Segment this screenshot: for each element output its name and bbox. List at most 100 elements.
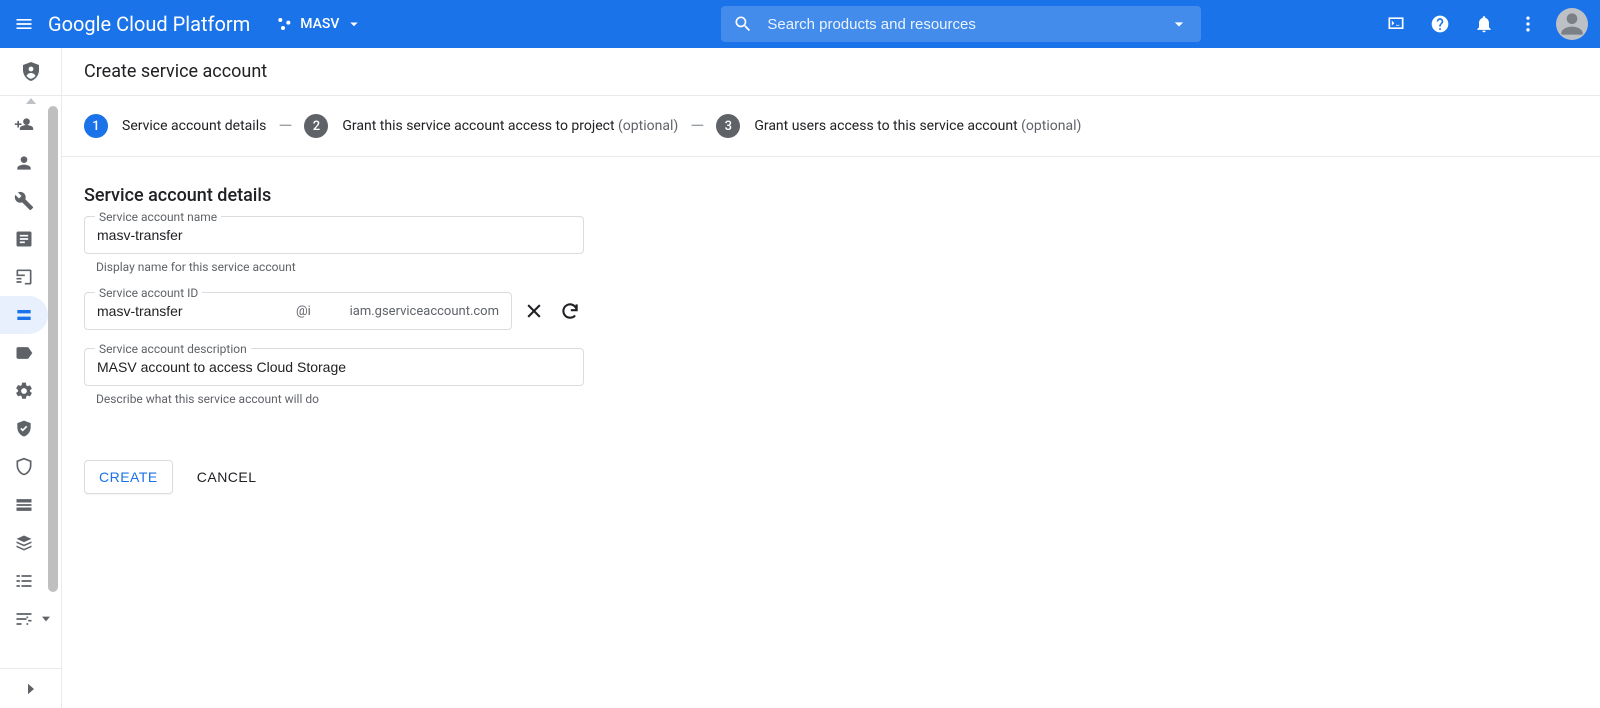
project-picker[interactable]: MASV <box>268 11 371 37</box>
shield-check-icon <box>14 419 34 439</box>
desc-input[interactable] <box>97 359 571 375</box>
id-domain: iam.gserviceaccount.com <box>350 304 499 319</box>
left-nav <box>0 48 62 708</box>
project-icon <box>276 15 294 33</box>
field-id: Service account ID @i iam.gserviceaccoun… <box>84 292 680 330</box>
roles-icon <box>14 495 34 515</box>
avatar-icon <box>1556 8 1588 40</box>
name-hint: Display name for this service account <box>84 260 680 274</box>
avatar <box>1556 8 1588 40</box>
create-button[interactable]: CREATE <box>84 460 173 494</box>
article-icon <box>14 229 34 249</box>
id-input[interactable] <box>97 303 278 319</box>
nav-item-identity[interactable] <box>0 144 48 182</box>
brand-label: Google Cloud Platform <box>48 12 250 36</box>
shield-icon <box>14 457 34 477</box>
audit-icon <box>14 533 34 553</box>
nav-item-iap[interactable] <box>0 448 48 486</box>
button-row: CREATE CANCEL <box>84 460 680 494</box>
cancel-button[interactable]: CANCEL <box>197 469 257 485</box>
nav-expand-button[interactable] <box>0 668 61 708</box>
step-2-number: 2 <box>304 114 328 138</box>
project-name: MASV <box>300 16 339 32</box>
help-icon <box>1430 14 1450 34</box>
nav-item-essential-contacts[interactable] <box>0 562 48 600</box>
close-icon <box>524 301 544 321</box>
field-name: Service account name Display name for th… <box>84 216 680 274</box>
step-1[interactable]: 1 Service account details <box>84 114 266 138</box>
nav-item-groups[interactable] <box>0 600 48 638</box>
field-description: Service account description Describe wha… <box>84 348 680 406</box>
bell-icon <box>1474 14 1494 34</box>
name-label: Service account name <box>95 210 221 224</box>
more-button[interactable] <box>1508 4 1548 44</box>
person-icon <box>14 153 34 173</box>
nav-section-head[interactable] <box>0 48 61 96</box>
service-account-icon <box>14 305 34 325</box>
page-title: Create service account <box>84 61 267 82</box>
topbar: Google Cloud Platform MASV <box>0 0 1600 48</box>
notifications-button[interactable] <box>1464 4 1504 44</box>
nav-scrollbar[interactable] <box>48 106 58 592</box>
refresh-id-button[interactable] <box>556 297 584 325</box>
topbar-right-icons <box>1376 4 1600 44</box>
iam-admin-icon <box>19 60 43 84</box>
main-content: Create service account 1 Service account… <box>62 48 1600 708</box>
account-button[interactable] <box>1552 4 1592 44</box>
nav-item-organization-policies[interactable] <box>0 258 48 296</box>
tune-icon <box>14 609 34 629</box>
caret-up-icon <box>26 98 36 104</box>
list-icon <box>14 571 34 591</box>
page-head: Create service account <box>62 48 1600 96</box>
nav-item-privacy-security[interactable] <box>0 410 48 448</box>
desc-label: Service account description <box>95 342 251 356</box>
id-at: @i <box>296 304 311 319</box>
hamburger-icon <box>14 14 34 34</box>
step-separator: — <box>690 116 704 137</box>
help-button[interactable] <box>1420 4 1460 44</box>
policy-icon <box>14 267 34 287</box>
chevron-down-icon <box>345 15 363 33</box>
nav-item-iam[interactable] <box>0 106 48 144</box>
caret-down-small-icon <box>42 615 50 623</box>
search-box[interactable] <box>721 6 1201 42</box>
chevron-right-icon <box>22 680 40 698</box>
step-2[interactable]: 2 Grant this service account access to p… <box>304 114 678 138</box>
caret-down-icon[interactable] <box>1167 12 1191 36</box>
nav-item-settings[interactable] <box>0 372 48 410</box>
nav-item-service-accounts[interactable] <box>0 296 48 334</box>
step-1-number: 1 <box>84 114 108 138</box>
refresh-icon <box>560 301 580 321</box>
cloud-shell-icon <box>1386 14 1406 34</box>
nav-item-policy-troubleshooter[interactable] <box>0 182 48 220</box>
step-3[interactable]: 3 Grant users access to this service acc… <box>716 114 1081 138</box>
wrench-icon <box>14 191 34 211</box>
person-add-icon <box>14 115 34 135</box>
stepper: 1 Service account details — 2 Grant this… <box>62 96 1600 157</box>
step-3-optional: (optional) <box>1021 118 1081 134</box>
step-1-label: Service account details <box>122 118 266 134</box>
step-3-label: Grant users access to this service accou… <box>754 118 1017 134</box>
gear-icon <box>14 381 34 401</box>
label-icon <box>14 343 34 363</box>
nav-item-policy-analyzer[interactable] <box>0 220 48 258</box>
nav-item-audit-logs[interactable] <box>0 524 48 562</box>
step-2-label: Grant this service account access to pro… <box>342 118 614 134</box>
cloud-shell-button[interactable] <box>1376 4 1416 44</box>
id-label: Service account ID <box>95 286 202 300</box>
nav-scroll-up[interactable] <box>0 96 61 106</box>
step-2-optional: (optional) <box>618 118 678 134</box>
desc-hint: Describe what this service account will … <box>84 392 680 406</box>
search-input[interactable] <box>767 16 1167 33</box>
form-heading: Service account details <box>84 185 680 206</box>
step-3-number: 3 <box>716 114 740 138</box>
more-vert-icon <box>1518 14 1538 34</box>
search-icon <box>731 12 755 36</box>
nav-item-labels[interactable] <box>0 334 48 372</box>
nav-item-roles[interactable] <box>0 486 48 524</box>
form-section: Service account details Service account … <box>62 157 702 494</box>
clear-id-button[interactable] <box>520 297 548 325</box>
name-input[interactable] <box>97 227 571 243</box>
step-separator: — <box>278 116 292 137</box>
menu-button[interactable] <box>0 0 48 48</box>
